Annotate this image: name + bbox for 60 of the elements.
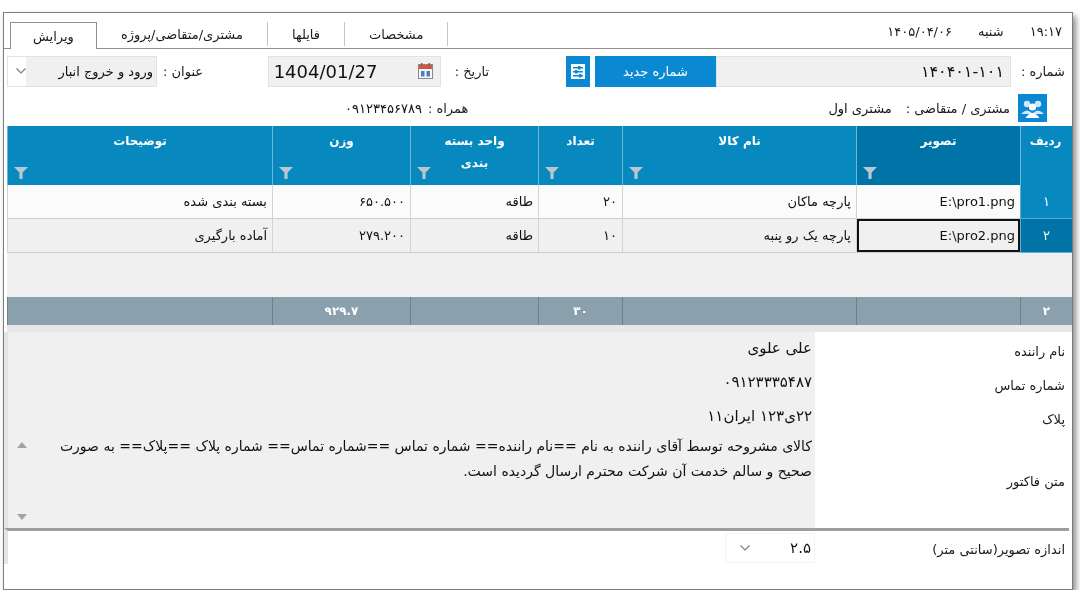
field-value: ۰۹۱۲۳۳۳۵۴۸۷ <box>8 366 815 400</box>
table-cell: ۶۵۰.۵۰۰ <box>272 185 410 219</box>
table-cell: E:\pro2.png <box>856 219 1020 253</box>
clock-text: ۱۹:۱۷ <box>1029 24 1062 39</box>
table-cell: بسته بندی شده <box>7 185 272 219</box>
size-dropdown[interactable]: ۲.۵ <box>725 532 815 563</box>
chevron-down-icon <box>16 68 26 74</box>
field-label: شماره : <box>1021 63 1065 79</box>
table-cell: ۱۰ <box>538 219 622 253</box>
column-header[interactable]: توضیحات <box>7 126 272 185</box>
filter-icon[interactable] <box>629 167 643 179</box>
weekday-text: شنبه <box>977 24 1004 39</box>
scroll-down-icon[interactable] <box>16 514 27 520</box>
table-cell: پارچه یک رو پنبه <box>622 219 856 253</box>
field-label: عنوان : <box>163 63 204 79</box>
table-cell: طاقه <box>410 185 538 219</box>
table-cell: E:\pro1.png <box>856 185 1020 219</box>
table-cell: طاقه <box>410 219 538 253</box>
calendar-icon[interactable] <box>417 63 433 79</box>
field-label: تاریخ : <box>454 63 489 79</box>
column-header[interactable]: وزن <box>272 126 410 185</box>
date-text: ۱۴۰۵/۰۴/۰۶ <box>887 24 952 39</box>
date-field[interactable]: 1404/01/27 <box>267 55 441 87</box>
invoice-text-area[interactable]: کالای مشروحه توسط آقای راننده به نام ==نام راننده== شماره تماس ==شماره تماس== شماره پلاک ==پلاک== به صورت صحیح و سالم خدمت آن شرکت محترم ارسال گردیده است. <box>8 434 815 528</box>
filter-icon[interactable] <box>545 167 559 179</box>
total-cell: ۳۰ <box>538 297 622 325</box>
field-value: علی علوی <box>8 332 815 366</box>
field-label: همراه : <box>427 100 469 116</box>
field-label: اندازه تصویر(سانتی متر) <box>931 541 1066 560</box>
field-value: ۲۲ی۱۲۳ ایران۱۱ <box>8 400 815 434</box>
table-cell: ۲۰ <box>538 185 622 219</box>
people-icon[interactable] <box>1018 94 1047 122</box>
column-header[interactable]: واحد بسته بندی <box>410 126 538 185</box>
customer-value: مشتری اول <box>828 100 892 116</box>
sliders-icon[interactable] <box>566 55 590 87</box>
tab[interactable]: ویرایش <box>10 22 97 49</box>
chevron-down-icon <box>740 544 750 551</box>
table-cell: آماده بارگیری <box>7 219 272 253</box>
row-number[interactable]: ۲ <box>1020 219 1072 253</box>
table-cell: پارچه ماکان <box>622 185 856 219</box>
column-header[interactable]: نام کالا <box>622 126 856 185</box>
column-header[interactable]: تعداد <box>538 126 622 185</box>
filter-icon[interactable] <box>417 167 431 179</box>
tab[interactable]: فایلها <box>267 22 345 46</box>
number-field[interactable]: ۱۴۰۴۰۱-۱۰۱ <box>716 55 1011 87</box>
column-header[interactable]: ردیف <box>1020 126 1072 185</box>
total-cell: ۹۲۹.۷ <box>272 297 410 325</box>
filter-icon[interactable] <box>279 167 293 179</box>
filter-icon[interactable] <box>14 167 28 179</box>
total-cell: ۲ <box>1020 297 1072 325</box>
scroll-up-icon[interactable] <box>16 442 27 448</box>
field-label: مشتری / متقاضی : <box>905 100 1010 116</box>
new-number-button[interactable]: شماره جدید <box>595 55 716 87</box>
tab[interactable]: مشخصات <box>345 22 449 46</box>
title-dropdown[interactable]: ورود و خروج انبار <box>7 55 157 87</box>
filter-icon[interactable] <box>863 167 877 179</box>
mobile-value: ۰۹۱۲۳۴۵۶۷۸۹ <box>345 100 422 116</box>
row-number[interactable]: ۱ <box>1020 185 1072 219</box>
column-header[interactable]: تصویر <box>856 126 1020 185</box>
table-cell: ۲۷۹.۲۰۰ <box>272 219 410 253</box>
